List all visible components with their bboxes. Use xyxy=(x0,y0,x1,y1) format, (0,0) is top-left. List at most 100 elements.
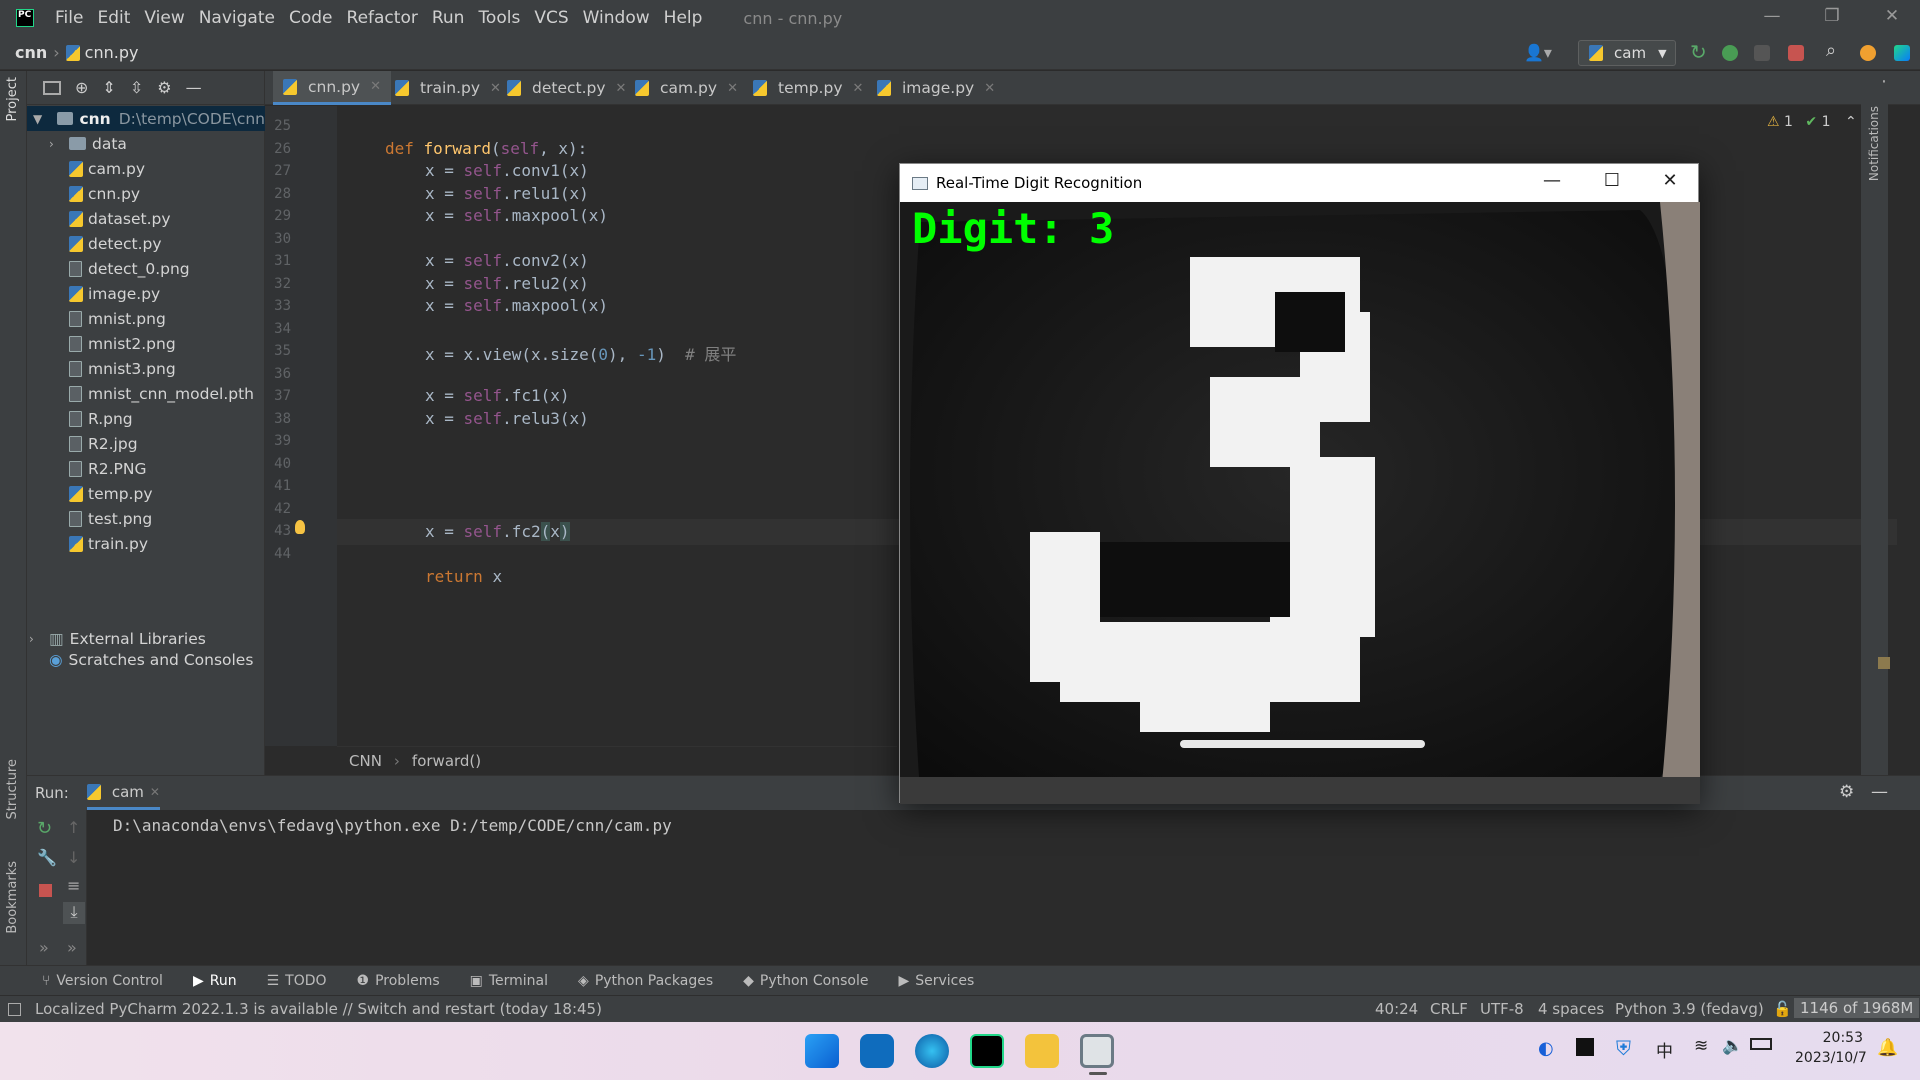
menu-navigate[interactable]: Navigate xyxy=(192,8,282,28)
tool-run[interactable]: ▶ Run xyxy=(193,973,237,989)
bookmarks-tool-button[interactable]: Bookmarks xyxy=(5,861,20,934)
run-tab-cam[interactable]: cam ✕ xyxy=(86,776,160,810)
user-icon[interactable]: 👤▾ xyxy=(1524,43,1552,62)
status-message[interactable]: Localized PyCharm 2022.1.3 is available … xyxy=(35,1000,602,1018)
pycharm-icon[interactable] xyxy=(970,1034,1004,1068)
menu-help[interactable]: Help xyxy=(657,8,710,28)
menu-code[interactable]: Code xyxy=(282,8,340,28)
tree-item[interactable]: mnist3.png xyxy=(69,356,176,381)
tree-item[interactable]: cnn.py xyxy=(69,181,140,206)
soft-wrap-icon[interactable]: ≡ xyxy=(67,876,80,895)
run-config-selector[interactable]: cam ▼ xyxy=(1578,40,1676,66)
tab-cam[interactable]: cam.py ✕ xyxy=(625,71,748,105)
stop-icon[interactable] xyxy=(1788,45,1804,61)
tree-item[interactable]: cam.py xyxy=(69,156,145,181)
digit-recognition-window[interactable]: Real-Time Digit Recognition — ☐ ✕ Digit:… xyxy=(899,163,1700,804)
breadcrumb-method[interactable]: forward() xyxy=(412,752,481,770)
menu-run[interactable]: Run xyxy=(425,8,472,28)
tree-item[interactable]: test.png xyxy=(69,506,152,531)
more-icon[interactable]: » xyxy=(67,938,77,957)
lightbulb-icon[interactable] xyxy=(295,520,305,534)
tool-services[interactable]: ▶ Services xyxy=(898,973,974,989)
scroll-to-end-icon[interactable]: ⤓ xyxy=(63,902,85,924)
chevron-up-icon[interactable]: ⌃ xyxy=(1845,114,1857,130)
search-icon[interactable]: ⌕ xyxy=(1826,40,1842,61)
tree-item[interactable]: mnist.png xyxy=(69,306,166,331)
menu-refactor[interactable]: Refactor xyxy=(340,8,425,28)
tool-todo[interactable]: ☰ TODO xyxy=(267,973,327,989)
memory-indicator[interactable]: 1146 of 1968M xyxy=(1794,998,1920,1018)
gear-icon[interactable]: ⚙ xyxy=(157,78,171,97)
security-shield-icon[interactable]: ⛨ xyxy=(1616,1036,1631,1060)
notifications-tool-button[interactable]: Notifications xyxy=(1867,106,1881,181)
python-interpreter[interactable]: Python 3.9 (fedavg) xyxy=(1615,1000,1764,1018)
wrench-icon[interactable]: 🔧 xyxy=(37,848,57,867)
breadcrumb-class[interactable]: CNN xyxy=(349,752,382,770)
clock-time[interactable]: 20:53 xyxy=(1807,1030,1863,1046)
close-tab-icon[interactable]: ✕ xyxy=(727,81,738,96)
notification-bell-icon[interactable]: 🔔 xyxy=(1877,1038,1898,1058)
tree-root[interactable]: ▼ cnn D:\temp\CODE\cnn xyxy=(27,106,265,131)
more-icon[interactable]: » xyxy=(39,938,49,957)
close-icon[interactable]: ✕ xyxy=(1872,6,1912,26)
restore-icon[interactable]: ❐ xyxy=(1812,6,1852,26)
expand-all-icon[interactable]: ⇕ xyxy=(102,78,115,97)
battery-icon[interactable] xyxy=(1750,1038,1772,1050)
caret-position[interactable]: 40:24 xyxy=(1375,1000,1418,1018)
arrow-down-icon[interactable]: ↓ xyxy=(67,848,80,867)
coverage-icon[interactable] xyxy=(1754,45,1770,61)
locate-icon[interactable]: ⊕ xyxy=(75,78,88,97)
menu-edit[interactable]: Edit xyxy=(90,8,137,28)
volume-icon[interactable]: 🔈 xyxy=(1722,1036,1743,1056)
close-icon[interactable]: ✕ xyxy=(1650,170,1690,191)
indent-setting[interactable]: 4 spaces xyxy=(1538,1000,1604,1018)
start-icon[interactable] xyxy=(805,1034,839,1068)
tab-cnn[interactable]: cnn.py ✕ xyxy=(273,71,392,105)
project-tool-button[interactable]: Project xyxy=(5,77,20,121)
gear-icon[interactable]: ⚙ xyxy=(1839,782,1854,802)
arrow-up-icon[interactable]: ↑ xyxy=(67,818,80,837)
tab-temp[interactable]: temp.py ✕ xyxy=(743,71,873,105)
toggle-tool-windows-icon[interactable] xyxy=(8,1002,21,1016)
line-separator[interactable]: CRLF xyxy=(1430,1000,1468,1018)
menu-vcs[interactable]: VCS xyxy=(527,8,575,28)
wifi-icon[interactable]: ≋ xyxy=(1694,1036,1708,1056)
file-encoding[interactable]: UTF-8 xyxy=(1480,1000,1524,1018)
tree-item[interactable]: mnist_cnn_model.pth xyxy=(69,381,254,406)
minimize-icon[interactable]: — xyxy=(1532,170,1572,191)
close-tab-icon[interactable]: ✕ xyxy=(150,785,160,799)
menu-file[interactable]: File xyxy=(48,8,90,28)
close-tab-icon[interactable]: ✕ xyxy=(984,81,995,96)
collapse-all-icon[interactable]: ⇳ xyxy=(130,78,143,97)
popup-title-bar[interactable]: Real-Time Digit Recognition — ☐ ✕ xyxy=(900,164,1698,202)
minimize-icon[interactable]: — xyxy=(1752,6,1792,26)
tool-python-packages[interactable]: ◈ Python Packages xyxy=(578,973,713,989)
debug-icon[interactable] xyxy=(1722,45,1738,61)
tree-item[interactable]: R2.PNG xyxy=(69,456,147,481)
tree-item[interactable]: image.py xyxy=(69,281,160,306)
tree-scratches[interactable]: ◉ Scratches and Consoles xyxy=(49,647,253,672)
tree-item[interactable]: dataset.py xyxy=(69,206,171,231)
breadcrumb-file[interactable]: cnn.py xyxy=(85,43,139,62)
tab-image[interactable]: image.py ✕ xyxy=(867,71,1005,105)
tool-terminal[interactable]: ▣ Terminal xyxy=(470,973,548,989)
nvidia-icon[interactable] xyxy=(1576,1038,1594,1056)
tree-item[interactable]: detect_0.png xyxy=(69,256,190,281)
defender-icon[interactable]: ◐ xyxy=(1538,1038,1554,1059)
structure-tool-button[interactable]: Structure xyxy=(5,759,20,819)
close-tab-icon[interactable]: ✕ xyxy=(370,79,381,94)
ime-indicator[interactable]: 中 xyxy=(1656,1037,1673,1062)
outlook-icon[interactable] xyxy=(860,1034,894,1068)
stop-icon[interactable] xyxy=(39,884,52,897)
tab-detect[interactable]: detect.py ✕ xyxy=(497,71,636,105)
tree-item[interactable]: R2.jpg xyxy=(69,431,138,456)
tree-item[interactable]: temp.py xyxy=(69,481,153,506)
clock-date[interactable]: 2023/10/7 xyxy=(1795,1050,1867,1066)
tree-item[interactable]: mnist2.png xyxy=(69,331,176,356)
menu-tools[interactable]: Tools xyxy=(471,8,527,28)
edge-icon[interactable] xyxy=(915,1034,949,1068)
panel-view-icon[interactable] xyxy=(43,80,61,95)
breadcrumb-project[interactable]: cnn xyxy=(15,43,47,62)
tool-python-console[interactable]: ◆ Python Console xyxy=(743,973,868,989)
hide-icon[interactable]: — xyxy=(186,78,202,97)
